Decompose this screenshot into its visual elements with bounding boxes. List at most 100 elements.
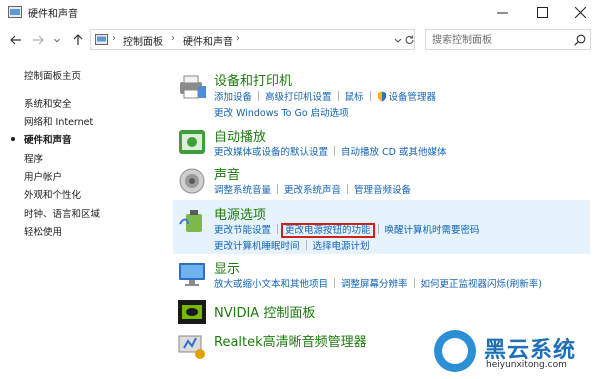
arrow-right-icon: [33, 35, 44, 45]
address-dropdown-button[interactable]: [393, 34, 403, 46]
link-separator: [334, 278, 336, 288]
devices-links-row2: 更改 Windows To Go 启动选项: [214, 105, 349, 119]
category-autoplay: 自动播放 更改媒体或设备的默认设置 自动播放 CD 或其他媒体: [176, 126, 576, 162]
category-title[interactable]: 自动播放: [214, 126, 266, 145]
power-links-row2: 更改计算机睡眠时间 选择电源计划: [214, 238, 370, 252]
category-title[interactable]: 电源选项: [214, 204, 266, 223]
display-links-row1: 放大或缩小文本和其他项目 调整屏幕分辨率 如何更正监视器闪烁(刷新率): [214, 276, 542, 290]
sidebar-item-appearance[interactable]: 外观和个性化: [24, 187, 81, 201]
sidebar-item-user-accounts[interactable]: 用户帐户: [24, 169, 62, 183]
chevron-down-icon: [394, 38, 402, 43]
search-box: [425, 29, 591, 50]
breadcrumb-separator: ›: [112, 33, 116, 44]
arrow-left-icon: [10, 35, 21, 45]
advanced-printer-setup-link[interactable]: 高级打印机设置: [265, 92, 332, 103]
devices-links-row1: 添加设备 高级打印机设置 鼠标 设备管理器: [214, 89, 436, 103]
search-icon[interactable]: [574, 34, 586, 46]
change-system-sounds-link[interactable]: 更改系统声音: [284, 185, 341, 196]
sidebar-item-ease-of-access[interactable]: 轻松使用: [24, 224, 62, 238]
sidebar-item-system-security[interactable]: 系统和安全: [24, 96, 72, 110]
sidebar-item-clock-language-region[interactable]: 时钟、语言和区域: [24, 206, 100, 220]
link-separator: [337, 91, 339, 101]
watermark-url: heiyunxitong.com: [486, 360, 567, 370]
mouse-link[interactable]: 鼠标: [345, 92, 364, 103]
link-separator: [258, 91, 260, 101]
adjust-volume-link[interactable]: 调整系统音量: [214, 185, 271, 196]
forward-button[interactable]: [30, 32, 46, 48]
monitor-flicker-link[interactable]: 如何更正监视器闪烁(刷新率): [421, 279, 542, 290]
sidebar-item-network-internet[interactable]: 网络和 Internet: [24, 114, 93, 128]
power-links-row1: 更改节能设置 更改电源按钮的功能 唤醒计算机时需要密码: [214, 222, 480, 238]
category-sound: 声音 调整系统音量 更改系统声音 管理音频设备: [176, 164, 576, 200]
zoom-text-link[interactable]: 放大或缩小文本和其他项目: [214, 279, 328, 290]
close-icon: [574, 6, 586, 18]
require-password-wake-link[interactable]: 唤醒计算机时需要密码: [385, 225, 480, 236]
manage-audio-devices-link[interactable]: 管理音频设备: [354, 185, 411, 196]
category-devices-printers: 设备和打印机 添加设备 高级打印机设置 鼠标 设备管理器 更改 Windows To …: [176, 70, 576, 120]
device-manager-link[interactable]: 设备管理器: [389, 92, 437, 103]
maximize-icon: [536, 6, 548, 18]
refresh-icon: [405, 35, 414, 44]
link-separator: [305, 240, 307, 250]
link-separator: [347, 184, 349, 194]
power-options-icon: [179, 210, 202, 232]
link-separator: [377, 224, 379, 234]
autoplay-icon: [179, 130, 205, 154]
refresh-button[interactable]: [404, 34, 415, 46]
recent-locations-button[interactable]: [52, 32, 62, 48]
watermark: 黑云系统 heiyunxitong.com: [434, 330, 594, 376]
breadcrumb-hardware-sound[interactable]: 硬件和声音: [183, 33, 233, 48]
autoplay-cd-link[interactable]: 自动播放 CD 或其他媒体: [341, 147, 447, 158]
category-title[interactable]: Realtek高清晰音频管理器: [214, 331, 367, 350]
sidebar-item-hardware-sound[interactable]: 硬件和声音: [24, 132, 72, 146]
category-display: 显示 放大或缩小文本和其他项目 调整屏幕分辨率 如何更正监视器闪烁(刷新率): [176, 258, 576, 294]
nvidia-icon: [178, 300, 206, 324]
minimize-button[interactable]: [485, 0, 519, 24]
speaker-icon: [179, 168, 205, 194]
monitor-icon: [179, 263, 205, 286]
link-separator: [334, 146, 336, 156]
autoplay-links-row1: 更改媒体或设备的默认设置 自动播放 CD 或其他媒体: [214, 144, 447, 158]
category-title[interactable]: 声音: [214, 164, 240, 183]
sidebar-item-control-panel-home[interactable]: 控制面板主页: [24, 68, 81, 82]
choose-power-plan-link[interactable]: 选择电源计划: [313, 241, 370, 252]
category-title[interactable]: NVIDIA 控制面板: [214, 302, 315, 321]
link-separator: [277, 224, 279, 234]
printer-icon: [180, 75, 206, 99]
search-input[interactable]: [432, 33, 562, 47]
navigation-bar: › 控制面板 › 硬件和声音 ›: [0, 26, 600, 54]
breadcrumb-separator: ›: [171, 33, 175, 44]
category-title[interactable]: 设备和打印机: [214, 70, 292, 89]
category-nvidia: NVIDIA 控制面板: [176, 296, 576, 328]
add-device-link[interactable]: 添加设备: [214, 92, 252, 103]
watermark-logo-icon: [434, 330, 476, 372]
back-button[interactable]: [8, 32, 24, 48]
change-power-button-link[interactable]: 更改电源按钮的功能: [281, 223, 375, 238]
sidebar-item-programs[interactable]: 程序: [24, 151, 43, 165]
chevron-down-icon: [54, 38, 60, 43]
category-title[interactable]: 显示: [214, 258, 240, 277]
active-indicator: [11, 137, 15, 141]
sound-links-row1: 调整系统音量 更改系统声音 管理音频设备: [214, 182, 411, 196]
change-sleep-time-link[interactable]: 更改计算机睡眠时间: [214, 241, 300, 252]
control-panel-app-icon: [8, 6, 22, 18]
adjust-resolution-link[interactable]: 调整屏幕分辨率: [341, 279, 408, 290]
change-default-media-link[interactable]: 更改媒体或设备的默认设置: [214, 147, 328, 158]
shield-icon: [377, 91, 386, 102]
maximize-button[interactable]: [525, 0, 559, 24]
up-button[interactable]: [70, 32, 86, 48]
address-bar[interactable]: › 控制面板 › 硬件和声音 ›: [90, 29, 415, 50]
arrow-up-icon: [73, 34, 83, 45]
window-title: 硬件和声音: [28, 9, 78, 20]
realtek-audio-icon: [178, 335, 205, 359]
change-power-saving-link[interactable]: 更改节能设置: [214, 225, 271, 236]
title-bar: 硬件和声音: [0, 0, 600, 26]
breadcrumb-control-panel[interactable]: 控制面板: [123, 33, 163, 48]
control-panel-icon: [95, 34, 108, 45]
minimize-icon: [496, 12, 508, 13]
windows-to-go-link[interactable]: 更改 Windows To Go 启动选项: [214, 108, 349, 119]
close-button[interactable]: [563, 0, 597, 24]
link-separator: [277, 184, 279, 194]
link-separator: [369, 91, 371, 101]
breadcrumb-separator: ›: [236, 33, 240, 44]
